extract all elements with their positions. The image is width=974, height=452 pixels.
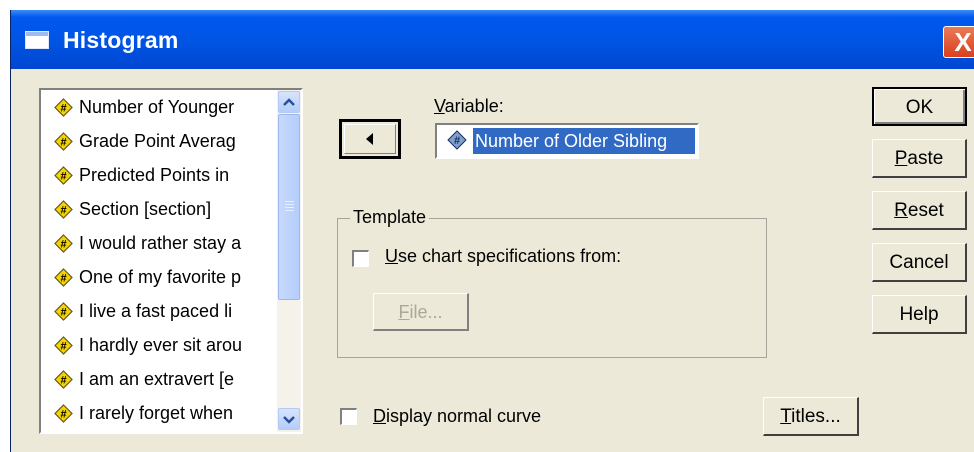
variable-label: Variable:	[434, 96, 504, 116]
file-button[interactable]: File...	[373, 293, 469, 331]
window-title: Histogram	[63, 27, 179, 53]
svg-text:#: #	[60, 408, 66, 420]
use-chart-spec-label[interactable]: Use chart specifications from:	[385, 246, 621, 267]
svg-text:#: #	[60, 204, 66, 216]
list-scrollbar[interactable]	[277, 90, 301, 432]
list-item-label: Predicted Points in	[79, 164, 230, 185]
scale-variable-icon: #	[54, 267, 73, 287]
list-item[interactable]: # Section [section]	[41, 192, 277, 226]
svg-text:#: #	[60, 374, 66, 386]
chevron-down-icon	[283, 416, 295, 424]
svg-text:#: #	[60, 102, 66, 114]
scale-variable-icon: #	[54, 233, 73, 253]
scroll-down-button[interactable]	[278, 408, 300, 430]
variable-list-items: # Number of Younger # Grade Point Averag # Pr…	[41, 90, 277, 430]
svg-text:#: #	[60, 272, 66, 284]
list-item[interactable]: # I hardly ever sit arou	[41, 328, 277, 362]
scale-variable-icon: #	[54, 335, 73, 355]
list-item-label: I rarely forget when	[79, 402, 234, 423]
svg-text:#: #	[60, 170, 66, 182]
selected-variable[interactable]: Number of Older Sibling	[473, 128, 695, 154]
list-item-label: I would rather stay a	[79, 232, 242, 253]
source-variable-list[interactable]: # Number of Younger # Grade Point Averag # Pr…	[39, 88, 303, 434]
scroll-up-button[interactable]	[278, 91, 300, 113]
list-item-label: One of my favorite p	[79, 266, 242, 287]
template-group: Template	[337, 207, 767, 358]
reset-button[interactable]: Reset	[872, 191, 967, 230]
close-button[interactable]: X	[943, 26, 974, 58]
list-item[interactable]: # Number of Younger	[41, 90, 277, 124]
help-button[interactable]: Help	[872, 295, 967, 334]
list-item-label: I live a fast paced li	[79, 300, 233, 321]
list-item[interactable]: # I rarely forget when	[41, 396, 277, 430]
list-item-label: Number of Younger	[79, 96, 235, 117]
scale-variable-icon: #	[54, 97, 73, 117]
normal-curve-checkbox[interactable]	[340, 408, 357, 425]
use-chart-spec-checkbox[interactable]	[352, 250, 369, 267]
scale-variable-icon: #	[54, 301, 73, 321]
list-item-label: Grade Point Averag	[79, 130, 236, 151]
scroll-thumb[interactable]	[278, 114, 300, 300]
window-icon	[25, 31, 49, 49]
chevron-up-icon	[283, 98, 295, 106]
scale-variable-icon: #	[447, 130, 467, 155]
histogram-dialog: Histogram X # Number of Younger # Grade Poi…	[10, 10, 974, 452]
list-item[interactable]: # Predicted Points in	[41, 158, 277, 192]
list-item-label: I am an extravert [e	[79, 368, 235, 389]
scale-variable-icon: #	[54, 369, 73, 389]
template-group-title: Template	[350, 207, 430, 228]
scale-variable-icon: #	[54, 403, 73, 423]
move-variable-button[interactable]	[339, 119, 401, 159]
title-bar[interactable]: Histogram X	[11, 10, 974, 69]
paste-button[interactable]: Paste	[872, 139, 967, 178]
scale-variable-icon: #	[54, 131, 73, 151]
cancel-button[interactable]: Cancel	[872, 243, 967, 282]
titles-button[interactable]: Titles...	[763, 397, 859, 436]
list-item-label: Section [section]	[79, 198, 212, 219]
list-item[interactable]: # Grade Point Averag	[41, 124, 277, 158]
list-item-label: I hardly ever sit arou	[79, 334, 243, 355]
list-item[interactable]: # I am an extravert [e	[41, 362, 277, 396]
svg-text:#: #	[454, 135, 460, 147]
list-item[interactable]: # One of my favorite p	[41, 260, 277, 294]
variable-target-box[interactable]: # Number of Older Sibling	[435, 123, 699, 159]
arrow-left-icon	[366, 133, 373, 145]
scale-variable-icon: #	[54, 165, 73, 185]
svg-text:#: #	[60, 306, 66, 318]
scale-variable-icon: #	[54, 199, 73, 219]
svg-text:#: #	[60, 136, 66, 148]
svg-text:#: #	[60, 340, 66, 352]
list-item[interactable]: # I would rather stay a	[41, 226, 277, 260]
svg-text:#: #	[60, 238, 66, 250]
normal-curve-label[interactable]: Display normal curve	[373, 406, 541, 427]
ok-button[interactable]: OK	[872, 87, 967, 126]
list-item[interactable]: # I live a fast paced li	[41, 294, 277, 328]
